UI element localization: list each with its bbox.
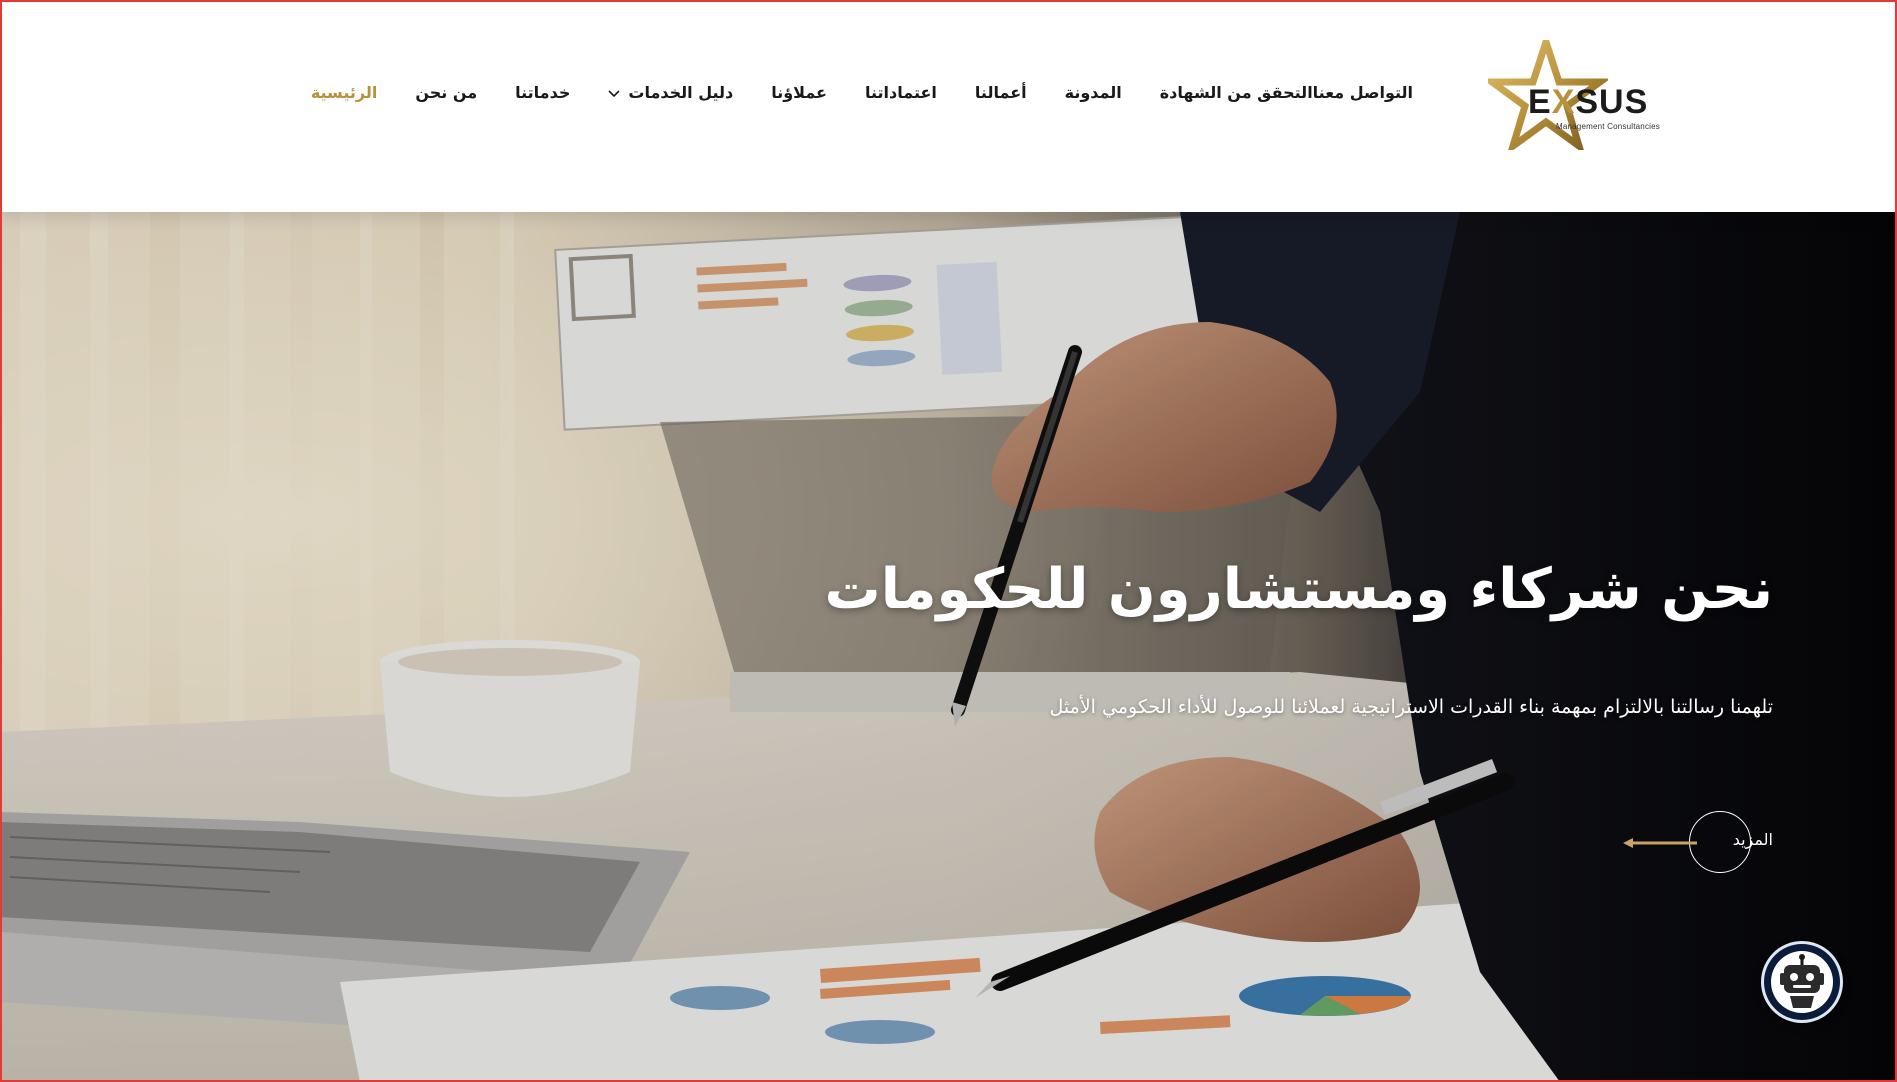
arrow-left-icon <box>1623 838 1697 848</box>
chevron-down-icon <box>608 90 620 98</box>
nav-item-blog[interactable]: المدونة <box>1065 78 1122 108</box>
more-button[interactable]: المزيد <box>1623 810 1773 876</box>
hero-description: تلهمنا رسالتنا بالالتزام بمهمة بناء القد… <box>1049 696 1773 718</box>
nav-item-home[interactable]: الرئيسية <box>311 78 378 108</box>
main-nav: الرئيسية من نحن خدماتنا دليل الخدمات عمل… <box>273 78 1413 108</box>
nav-item-clients[interactable]: عملاؤنا <box>771 78 827 108</box>
site-header: EXSUS Management Consultancies الرئيسية … <box>0 0 1897 212</box>
nav-item-accreditations[interactable]: اعتماداتنا <box>865 78 937 108</box>
nav-item-about[interactable]: من نحن <box>415 78 477 108</box>
hero-background-image <box>0 212 1897 1082</box>
hero-banner: نحن شركاء ومستشارون للحكومات تلهمنا رسال… <box>0 212 1897 1082</box>
nav-item-services-guide-label: دليل الخدمات <box>628 83 734 102</box>
nav-item-services[interactable]: خدماتنا <box>515 78 570 108</box>
hero-title: نحن شركاء ومستشارون للحكومات <box>824 557 1773 622</box>
robot-chat-icon <box>1771 951 1833 1013</box>
more-button-label: المزيد <box>1732 830 1773 849</box>
nav-item-contact[interactable]: التواصل معنا <box>1313 78 1413 108</box>
logo-subtitle: Management Consultancies <box>1556 122 1660 131</box>
nav-item-services-guide[interactable]: دليل الخدمات <box>608 78 733 108</box>
nav-item-portfolio[interactable]: أعمالنا <box>975 78 1027 108</box>
chatbot-button[interactable] <box>1764 944 1840 1020</box>
logo-wordmark: EXSUS <box>1528 83 1649 121</box>
nav-item-verify-certificate[interactable]: التحقق من الشهادة <box>1160 78 1313 108</box>
exsus-logo[interactable]: EXSUS Management Consultancies <box>1488 40 1660 150</box>
